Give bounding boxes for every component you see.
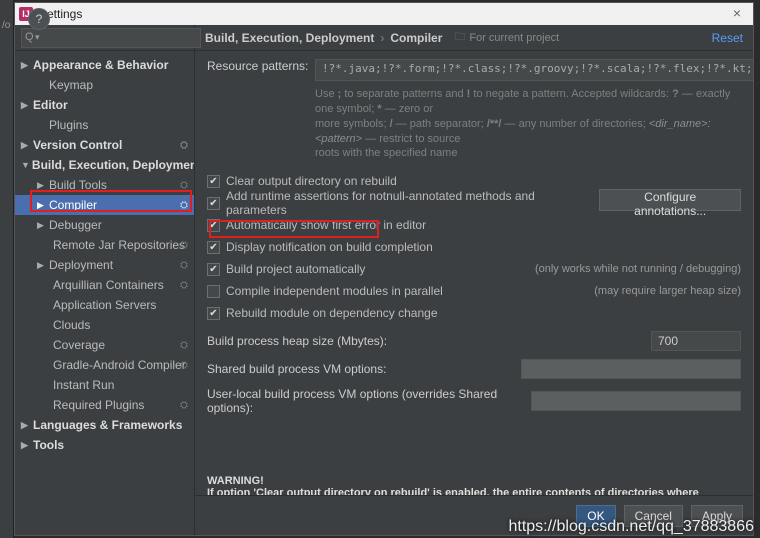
tree-editor[interactable]: ▶Editor (15, 95, 194, 115)
chevron-right-icon: ▶ (37, 180, 47, 191)
close-icon[interactable]: × (725, 5, 749, 21)
tree-version-control[interactable]: ▶Version Control⛭ (15, 135, 194, 155)
tree-languages[interactable]: ▶Languages & Frameworks (15, 415, 194, 435)
heap-size-label: Build process heap size (Mbytes): (207, 334, 387, 348)
gear-icon: ⛭ (180, 260, 188, 271)
tree-coverage[interactable]: Coverage⛭ (15, 335, 194, 355)
cancel-button[interactable]: Cancel (624, 505, 683, 527)
vm-local-label: User-local build process VM options (ove… (207, 387, 531, 415)
checkbox-icon[interactable] (207, 219, 220, 232)
ok-button[interactable]: OK (576, 505, 615, 527)
tree-build-exec-deploy[interactable]: ▼Build, Execution, Deployment (15, 155, 194, 175)
gear-icon: ⛭ (180, 140, 188, 151)
hidden-left-text: /o (2, 20, 10, 31)
checkbox-icon[interactable] (207, 241, 220, 254)
search-icon: Q (25, 31, 34, 43)
tree-app-servers[interactable]: Application Servers (15, 295, 194, 315)
tree-gradle-android[interactable]: Gradle-Android Compiler⛭ (15, 355, 194, 375)
cb-rebuild-dep[interactable]: Rebuild module on dependency change (207, 303, 741, 323)
gear-icon: ⛭ (180, 240, 188, 251)
gear-icon: ⛭ (180, 280, 188, 291)
cb-auto-first-error[interactable]: Automatically show first error in editor (207, 215, 741, 235)
tree-remote-jar[interactable]: Remote Jar Repositories⛭ (15, 235, 194, 255)
vm-shared-input[interactable] (521, 359, 741, 379)
chevron-right-icon: ▶ (37, 200, 47, 211)
gear-icon: ⛭ (180, 200, 188, 211)
gear-icon: ⛭ (180, 360, 188, 371)
checkbox-icon[interactable] (207, 263, 220, 276)
tree-keymap[interactable]: Keymap (15, 75, 194, 95)
gear-icon: ⛭ (180, 180, 188, 191)
titlebar: IJ Settings × (15, 3, 753, 25)
chevron-right-icon: › (380, 31, 384, 45)
search-dropdown-icon[interactable]: ▾ (35, 32, 40, 43)
gear-icon: ⛭ (180, 340, 188, 351)
tree-deployment[interactable]: ▶Deployment⛭ (15, 255, 194, 275)
search-input[interactable] (21, 28, 201, 48)
tree-compiler[interactable]: ▶Compiler⛭ (15, 195, 194, 215)
breadcrumb: Build, Execution, Deployment › Compiler … (195, 25, 753, 51)
tree-instant-run[interactable]: Instant Run (15, 375, 194, 395)
chevron-right-icon: ▶ (21, 140, 31, 151)
chevron-right-icon: ▶ (21, 60, 31, 71)
tree-appearance[interactable]: ▶Appearance & Behavior (15, 55, 194, 75)
dialog-button-bar: OK Cancel Apply (195, 495, 753, 535)
cb-notify-build[interactable]: Display notification on build completion (207, 237, 741, 257)
sidebar: Q ▾ ▶Appearance & Behavior Keymap ▶Edito… (15, 25, 195, 535)
configure-annotations-button[interactable]: Configure annotations... (599, 189, 741, 211)
cb-compile-parallel[interactable]: Compile independent modules in parallel(… (207, 281, 741, 301)
warning-title: WARNING! (207, 475, 741, 487)
content-area: Resource patterns: !?*.java;!?*.form;!?*… (195, 51, 753, 495)
settings-dialog: IJ Settings × Q ▾ ▶Appearance & Behavior… (14, 2, 754, 536)
help-button[interactable]: ? (28, 8, 50, 30)
chevron-down-icon: ▼ (21, 160, 30, 170)
heap-size-input[interactable] (651, 331, 741, 351)
chevron-right-icon: ▶ (21, 100, 31, 111)
tree-build-tools[interactable]: ▶Build Tools⛭ (15, 175, 194, 195)
checkbox-icon[interactable] (207, 285, 220, 298)
chevron-right-icon: ▶ (37, 220, 47, 231)
gear-icon: ⛭ (180, 400, 188, 411)
resource-patterns-hint: Use ; to separate patterns and ! to nega… (315, 87, 741, 161)
chevron-right-icon: ▶ (21, 420, 31, 431)
project-icon: 🗀 (454, 28, 465, 47)
checkbox-icon[interactable] (207, 307, 220, 320)
cb-runtime-assertions[interactable]: Add runtime assertions for notnull-annot… (207, 193, 741, 213)
tree-debugger[interactable]: ▶Debugger (15, 215, 194, 235)
chevron-right-icon: ▶ (21, 440, 31, 451)
resource-patterns-input[interactable]: !?*.java;!?*.form;!?*.class;!?*.groovy;!… (315, 59, 753, 81)
checkbox-icon[interactable] (207, 197, 220, 210)
tree-clouds[interactable]: Clouds (15, 315, 194, 335)
tree-tools[interactable]: ▶Tools (15, 435, 194, 455)
tree-plugins[interactable]: Plugins (15, 115, 194, 135)
breadcrumb-child: Compiler (390, 31, 442, 45)
warning-body: If option 'Clear output directory on reb… (207, 487, 741, 495)
cb-build-auto[interactable]: Build project automatically(only works w… (207, 259, 741, 279)
for-current-project: For current project (469, 32, 559, 44)
vm-local-input[interactable] (531, 391, 741, 411)
warning-block: WARNING! If option 'Clear output directo… (207, 475, 741, 495)
tree-arquillian[interactable]: Arquillian Containers⛭ (15, 275, 194, 295)
chevron-right-icon: ▶ (37, 260, 47, 271)
settings-tree: ▶Appearance & Behavior Keymap ▶Editor Pl… (15, 51, 194, 535)
breadcrumb-parent[interactable]: Build, Execution, Deployment (205, 31, 374, 45)
apply-button[interactable]: Apply (691, 505, 743, 527)
checkbox-icon[interactable] (207, 175, 220, 188)
vm-shared-label: Shared build process VM options: (207, 362, 386, 376)
resource-patterns-label: Resource patterns: (207, 59, 315, 73)
tree-required-plugins[interactable]: Required Plugins⛭ (15, 395, 194, 415)
reset-link[interactable]: Reset (712, 31, 743, 45)
